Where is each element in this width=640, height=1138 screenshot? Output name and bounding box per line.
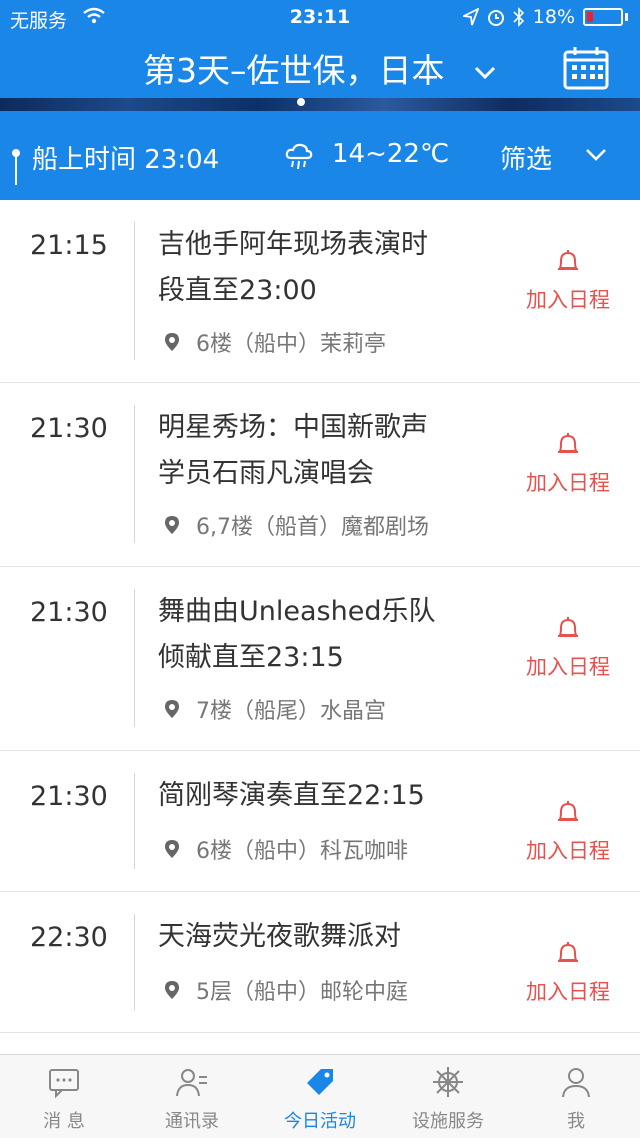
tab-facility-services[interactable]: 设施服务	[384, 1055, 512, 1138]
bell-icon	[558, 433, 578, 453]
event-title-line: 明星秀场：中国新歌声	[158, 412, 428, 443]
bell-icon	[558, 617, 578, 637]
bell-icon	[558, 801, 578, 821]
add-to-schedule-label: 加入日程	[526, 288, 610, 312]
page-title: 第3天–佐世保，日本	[143, 51, 445, 90]
add-to-schedule-button[interactable]: 加入日程	[518, 431, 618, 497]
event-location-text: 5层（船中）邮轮中庭	[196, 980, 408, 1005]
location-pin-icon	[165, 981, 179, 999]
tab-label: 设施服务	[412, 1111, 484, 1132]
info-bar: 船上时间 23:04 14~22℃ 筛选	[0, 111, 640, 200]
decorative-banner	[0, 98, 640, 111]
tab-bar: 消 息 通讯录 今日活动 设施服务 我	[0, 1054, 640, 1138]
event-location: 6楼（船中）茉莉亭	[164, 326, 386, 358]
location-arrow-icon	[462, 8, 479, 26]
event-title: 简刚琴演奏直至22:15	[158, 773, 488, 819]
event-location-text: 6楼（船中）茉莉亭	[196, 332, 386, 357]
event-title: 吉他手阿年现场表演时 段直至23:00	[158, 222, 488, 314]
location-pin-icon	[165, 700, 179, 718]
divider	[134, 222, 135, 360]
bell-icon	[558, 942, 578, 962]
page-indicator-dot	[297, 98, 305, 106]
tab-label: 今日活动	[284, 1111, 356, 1132]
location-pin-icon	[165, 840, 179, 858]
event-time: 22:30	[30, 922, 108, 953]
event-row[interactable]: 21:30 简刚琴演奏直至22:15 6楼（船中）科瓦咖啡 加入日程	[0, 751, 640, 892]
add-to-schedule-label: 加入日程	[526, 471, 610, 495]
event-title-line: 吉他手阿年现场表演时	[158, 229, 428, 260]
event-title: 天海荧光夜歌舞派对	[158, 914, 488, 960]
day-location-selector[interactable]: 第3天–佐世保，日本	[0, 44, 640, 92]
event-row[interactable]: 21:15 吉他手阿年现场表演时 段直至23:00 6楼（船中）茉莉亭 加入日程	[0, 200, 640, 383]
rain-cloud-icon	[285, 143, 313, 170]
event-row[interactable]: 21:30 舞曲由Unleashed乐队 倾献直至23:15 7楼（船尾）水晶宫…	[0, 567, 640, 751]
tab-label: 我	[567, 1111, 585, 1132]
event-title-line: 倾献直至23:15	[158, 642, 344, 673]
bluetooth-icon	[513, 7, 524, 27]
tag-icon	[307, 1069, 333, 1095]
add-to-schedule-button[interactable]: 加入日程	[518, 799, 618, 865]
event-location: 6,7楼（船首）魔都剧场	[164, 509, 429, 541]
divider	[134, 589, 135, 727]
tab-label: 通讯录	[165, 1111, 219, 1132]
chevron-down-icon	[474, 66, 496, 79]
filter-button[interactable]: 筛选	[500, 139, 552, 176]
timeline-pin-line	[15, 155, 17, 185]
tab-today-activities[interactable]: 今日活动	[256, 1055, 384, 1138]
add-to-schedule-label: 加入日程	[526, 655, 610, 679]
location-pin-icon	[165, 516, 179, 534]
tab-messages[interactable]: 消 息	[0, 1055, 128, 1138]
message-icon	[49, 1069, 79, 1099]
event-title-line: 段直至23:00	[158, 275, 317, 306]
divider	[134, 773, 135, 869]
divider	[134, 914, 135, 1010]
divider	[134, 405, 135, 543]
event-location: 6楼（船中）科瓦咖啡	[164, 833, 408, 865]
event-title-line: 舞曲由Unleashed乐队	[158, 596, 436, 627]
temperature: 14~22℃	[332, 139, 450, 169]
battery-percent: 18%	[532, 6, 575, 28]
event-location-text: 7楼（船尾）水晶宫	[196, 699, 386, 724]
status-bar: 无服务 23:11 18%	[0, 0, 640, 36]
tab-label: 消 息	[43, 1111, 85, 1132]
contacts-icon	[176, 1069, 207, 1097]
event-title-line: 简刚琴演奏直至22:15	[158, 780, 425, 811]
event-location-text: 6楼（船中）科瓦咖啡	[196, 839, 408, 864]
event-time: 21:30	[30, 781, 108, 812]
event-title: 舞曲由Unleashed乐队 倾献直至23:15	[158, 589, 488, 681]
status-right: 18%	[462, 6, 628, 28]
filter-chevron-icon[interactable]	[584, 147, 608, 163]
event-time: 21:30	[30, 597, 108, 628]
event-location: 5层（船中）邮轮中庭	[164, 974, 408, 1006]
event-title: 明星秀场：中国新歌声 学员石雨凡演唱会	[158, 405, 488, 497]
event-row[interactable]: 21:30 明星秀场：中国新歌声 学员石雨凡演唱会 6,7楼（船首）魔都剧场 加…	[0, 383, 640, 567]
ship-time: 船上时间 23:04	[32, 145, 220, 175]
tab-me[interactable]: 我	[512, 1055, 640, 1138]
event-row[interactable]: 22:30 天海荧光夜歌舞派对 5层（船中）邮轮中庭 加入日程	[0, 892, 640, 1033]
alarm-icon	[487, 10, 504, 26]
battery-icon	[583, 8, 623, 26]
calendar-icon[interactable]	[563, 46, 609, 90]
add-to-schedule-button[interactable]: 加入日程	[518, 940, 618, 1006]
event-location: 7楼（船尾）水晶宫	[164, 693, 386, 725]
battery-tip	[625, 13, 628, 21]
add-to-schedule-label: 加入日程	[526, 839, 610, 863]
add-to-schedule-label: 加入日程	[526, 980, 610, 1004]
event-location-text: 6,7楼（船首）魔都剧场	[196, 515, 429, 540]
event-time: 21:30	[30, 413, 108, 444]
add-to-schedule-button[interactable]: 加入日程	[518, 248, 618, 314]
event-list: 21:15 吉他手阿年现场表演时 段直至23:00 6楼（船中）茉莉亭 加入日程…	[0, 200, 640, 1033]
tab-contacts[interactable]: 通讯录	[128, 1055, 256, 1138]
event-title-line: 天海荧光夜歌舞派对	[158, 921, 401, 952]
event-title-line: 学员石雨凡演唱会	[158, 458, 374, 489]
location-pin-icon	[165, 333, 179, 351]
add-to-schedule-button[interactable]: 加入日程	[518, 615, 618, 681]
event-time: 21:15	[30, 230, 108, 261]
ship-wheel-icon	[433, 1067, 463, 1097]
user-icon	[562, 1068, 590, 1098]
bell-icon	[558, 250, 578, 270]
